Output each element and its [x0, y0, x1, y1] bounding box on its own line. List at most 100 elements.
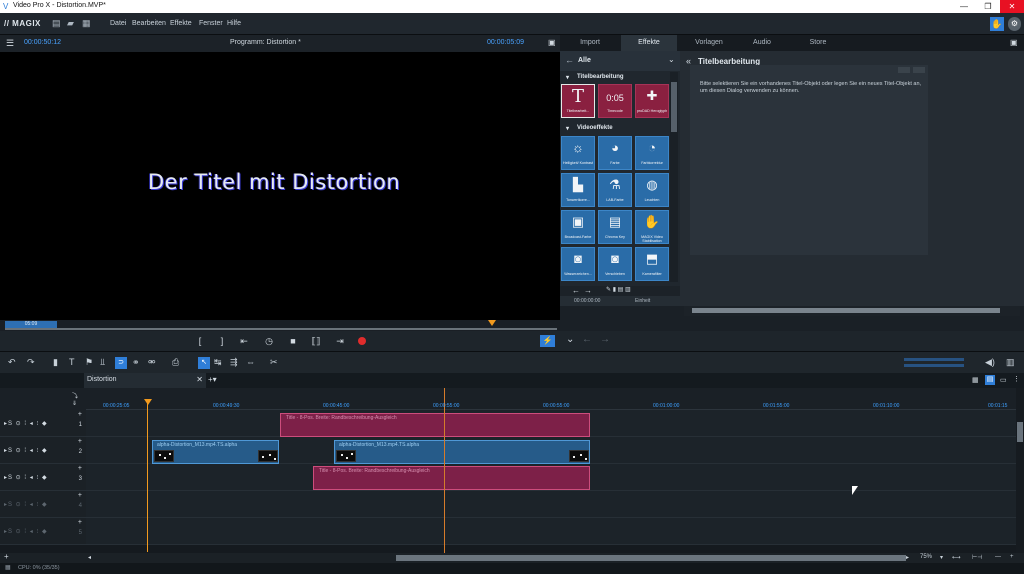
chevron-down-icon[interactable]: ⌄: [668, 55, 675, 64]
tile-video-effect[interactable]: ▤ Chroma Key: [598, 210, 632, 244]
close-button[interactable]: ✕: [1000, 0, 1024, 13]
track-header[interactable]: ▸S ⊙ ⁞ ◂ ⁝ ◆ +4: [0, 491, 86, 518]
tile-video-effect[interactable]: ▙ Tonwertkorre...: [561, 173, 595, 207]
tab-effekte[interactable]: Effekte: [621, 35, 677, 51]
video-clip-a[interactable]: alpha-Distortion_M13.mp4.TS.alpha: [152, 440, 279, 464]
zoom-out-icon[interactable]: —: [995, 554, 1001, 560]
delete-icon[interactable]: ▮: [53, 357, 58, 368]
ripple-icon[interactable]: ⇔: [246, 357, 255, 367]
add-track-icon[interactable]: +: [4, 552, 9, 561]
storyboard-view-icon[interactable]: ▭: [1000, 376, 1007, 384]
pool-scrollbar-thumb[interactable]: [671, 82, 677, 132]
track-controls[interactable]: ▸S ⊙ ⁞ ◂ ⁝ ◆: [4, 420, 48, 427]
pool-tools-icon[interactable]: ✎ ▮ ▤ ▥: [606, 286, 631, 293]
add-icon[interactable]: +: [78, 438, 82, 445]
minimize-button[interactable]: —: [952, 0, 976, 13]
snap-icon[interactable]: ⊃: [115, 357, 127, 369]
timeline-vscroll-thumb[interactable]: [1017, 422, 1023, 442]
tab-import[interactable]: Import: [562, 35, 618, 51]
track-header[interactable]: ▸S ⊙ ⁞ ◂ ⁝ ◆ +3: [0, 464, 86, 491]
playhead[interactable]: [147, 402, 148, 552]
track-controls[interactable]: ▸S ⊙ ⁞ ◂ ⁝ ◆: [4, 474, 48, 481]
tile-video-effect[interactable]: ▣ Broadcast-Farbe: [561, 210, 595, 244]
track-row[interactable]: [86, 518, 1016, 545]
back-arrow-icon[interactable]: ←: [565, 55, 574, 65]
split-icon[interactable]: ⫫: [100, 357, 105, 368]
tile-video-effect[interactable]: ◙ Verschieben: [598, 247, 632, 281]
track-controls[interactable]: ▸S ⊙ ⁞ ◂ ⁝ ◆: [4, 528, 48, 535]
fit-width-icon[interactable]: ⟷: [952, 554, 961, 561]
record-button[interactable]: [358, 337, 366, 345]
menu-bearbeiten[interactable]: Bearbeiten: [132, 20, 166, 27]
redo-arrow-icon[interactable]: →: [600, 334, 610, 345]
arrow-right-icon[interactable]: →: [584, 286, 592, 295]
play-range-button[interactable]: ⟦⟧: [309, 335, 323, 347]
playhead-handle[interactable]: [144, 399, 152, 405]
pointer-tool-icon[interactable]: ↖: [198, 357, 210, 369]
track-header[interactable]: ▸S ⊙ ⁞ ◂ ⁝ ◆ +5: [0, 518, 86, 545]
new-file-icon[interactable]: ▤: [52, 18, 61, 29]
editor-hscrollbar[interactable]: [684, 306, 1020, 316]
hamburger-menu-icon[interactable]: ☰: [6, 38, 14, 49]
tile-video-effect[interactable]: ◔ Farbkorrektur: [635, 136, 669, 170]
mark-in-button[interactable]: [: [193, 335, 207, 347]
tab-vorlagen[interactable]: Vorlagen: [681, 35, 737, 51]
title-clip-bottom[interactable]: Title - 8-Pos. Breite: Randbeschreibung-…: [313, 466, 590, 490]
zoom-dropdown-icon[interactable]: ▾: [940, 554, 943, 561]
ruler-tool-icon[interactable]: ⤵: [72, 391, 78, 400]
section-toggle-icon[interactable]: ▾: [566, 74, 569, 81]
tile-timecode[interactable]: 0:05 Timecode: [598, 84, 632, 118]
tile-video-effect[interactable]: ⬒ Kamerafilter: [635, 247, 669, 281]
loop-button[interactable]: ◷: [262, 335, 276, 347]
unlink-icon[interactable]: ⚮: [148, 357, 156, 368]
tile-video-effect[interactable]: ◍ Leuchten: [635, 173, 669, 207]
menu-datei[interactable]: Datei: [110, 20, 126, 27]
ruler-marker-icon[interactable]: ⇓: [72, 400, 77, 407]
speaker-icon[interactable]: ◀): [985, 357, 995, 368]
flash-button[interactable]: ⚡: [540, 335, 555, 347]
grid-view-icon[interactable]: ▦: [972, 376, 979, 384]
arrow-left-icon[interactable]: ←: [572, 286, 580, 295]
track-controls[interactable]: ▸S ⊙ ⁞ ◂ ⁝ ◆: [4, 447, 48, 454]
sequence-tab[interactable]: Distortion ✕: [84, 373, 206, 388]
hand-tool-icon[interactable]: ✋: [990, 17, 1004, 31]
track-header[interactable]: ▸S ⊙ ⁞ ◂ ⁝ ◆ +1: [0, 410, 86, 437]
editor-hscroll-thumb[interactable]: [692, 308, 1000, 313]
maximize-button[interactable]: ❐: [976, 0, 1000, 13]
redo-icon[interactable]: ↷: [27, 357, 35, 368]
stop-button[interactable]: ■: [286, 335, 300, 347]
options-icon[interactable]: ⋮: [1013, 375, 1020, 383]
zoom-fit-icon[interactable]: ⊢⊣: [972, 554, 982, 561]
go-to-end-button[interactable]: ⇥: [333, 335, 347, 347]
save-icon[interactable]: ▦: [82, 18, 91, 29]
timeline-vscrollbar[interactable]: [1016, 388, 1024, 553]
add-icon[interactable]: +: [78, 411, 82, 418]
tile-prodad-heroglyph[interactable]: ✚ proDAD Heroglyph: [635, 84, 669, 118]
zoom-in-icon[interactable]: +: [1010, 554, 1014, 560]
tab-audio[interactable]: Audio: [734, 35, 790, 51]
editor-nav-next[interactable]: [913, 67, 925, 73]
range-tool-icon[interactable]: ↹: [214, 357, 222, 368]
section-toggle-icon[interactable]: ▾: [566, 125, 569, 132]
editor-nav-prev[interactable]: [898, 67, 910, 73]
panel-maximize-icon[interactable]: ▣: [1010, 38, 1018, 47]
add-sequence-icon[interactable]: +▾: [208, 375, 217, 384]
scrub-track[interactable]: [5, 328, 557, 330]
tile-video-effect[interactable]: ◙ Wasserzeichen...: [561, 247, 595, 281]
menu-fenster[interactable]: Fenster: [199, 20, 223, 27]
title-clip-top[interactable]: Title - 8-Pos. Breite: Randbeschreibung-…: [280, 413, 590, 437]
tile-titelbearbeitung[interactable]: T Titelbearbeit...: [561, 84, 595, 118]
scroll-left-icon[interactable]: ◂: [88, 554, 91, 561]
timeline-view-icon[interactable]: ▤: [985, 375, 995, 385]
link-icon[interactable]: ⚭: [132, 357, 140, 368]
tile-video-effect[interactable]: ☼ Helligkeit/ Kontrast: [561, 136, 595, 170]
preview-scrubber[interactable]: 05:09: [0, 320, 560, 331]
scrub-position[interactable]: 05:09: [5, 321, 57, 328]
tile-video-effect[interactable]: ◕ Farbe: [598, 136, 632, 170]
scissors-icon[interactable]: ✂: [270, 357, 278, 368]
track-header[interactable]: ▸S ⊙ ⁞ ◂ ⁝ ◆ +2: [0, 437, 86, 464]
settings-icon[interactable]: ⚙: [1008, 17, 1021, 31]
mark-out-button[interactable]: ]: [215, 335, 229, 347]
zoom-level[interactable]: 75%: [920, 554, 932, 560]
scrub-marker[interactable]: [488, 320, 496, 326]
